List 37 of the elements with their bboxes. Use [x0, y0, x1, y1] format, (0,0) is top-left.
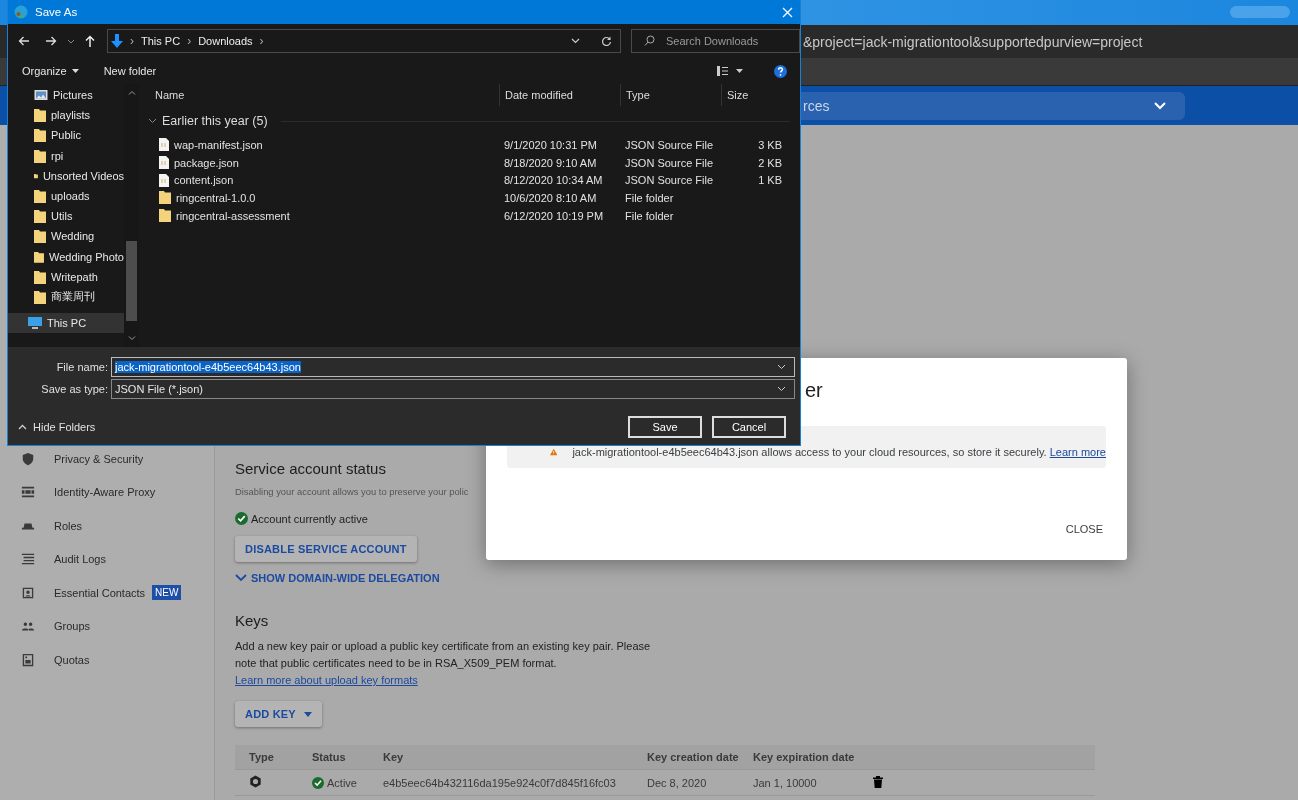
section-description: Disabling your account allows you to preserve your polic — [235, 486, 470, 497]
file-size: 2 KB — [758, 156, 782, 169]
file-type: JSON Source File — [624, 138, 715, 151]
column-header: Type — [249, 751, 275, 763]
path-separator: › — [130, 34, 134, 48]
file-date: 9/1/2020 10:31 PM — [503, 138, 598, 151]
table-cell-text: Jan 1, 10000 — [753, 776, 818, 789]
file-type: File folder — [624, 209, 675, 222]
file-type: File folder — [624, 191, 675, 204]
file-date: 8/12/2020 10:34 AM — [503, 174, 604, 187]
file-type: JSON Source File — [624, 174, 715, 187]
account-status: Account currently active — [251, 512, 368, 525]
field-label: Save as type: — [40, 382, 109, 395]
file-size: 3 KB — [758, 138, 782, 151]
column-header: Key expiration date — [753, 751, 856, 763]
keys-description: Add a new key pair or upload a public key certificate from an existing key pair. Please note that public certificates need to be in RSA_X509_PEM format. Learn more about upload key formats — [235, 639, 652, 688]
path-separator: › — [259, 34, 264, 48]
column-header: Key creation date — [647, 751, 740, 763]
file-date: 8/18/2020 9:10 AM — [503, 156, 598, 169]
section-heading: Service account status — [235, 460, 387, 478]
column-header: Status — [312, 751, 347, 763]
dialog-title: er — [805, 379, 823, 402]
table-cell-text: e4b5eec64b432116da195e924c0f7d845f16fc03 — [383, 776, 617, 789]
new-badge: NEW — [152, 585, 182, 601]
file-date: 10/6/2020 8:10 AM — [503, 191, 598, 204]
file-size: 1 KB — [758, 174, 782, 187]
table-cell-text: Dec 8, 2020 — [647, 776, 708, 789]
warning-text: jack-migrationtool-e4b5eec64b43.json allows access to your cloud resources, so store it securely. Learn more — [572, 446, 1106, 458]
window-title: Save As — [35, 6, 79, 18]
table-cell: Active — [327, 776, 357, 789]
url-text: &project=jack-migrationtool&supportedpurview=project — [803, 33, 1143, 50]
section-heading: Keys — [235, 612, 270, 630]
field-label: File name: — [55, 360, 109, 373]
file-type: JSON Source File — [624, 156, 715, 169]
file-date: 6/12/2020 10:19 PM — [503, 209, 605, 222]
path-separator: › — [187, 34, 192, 48]
column-header: Key — [383, 751, 405, 763]
